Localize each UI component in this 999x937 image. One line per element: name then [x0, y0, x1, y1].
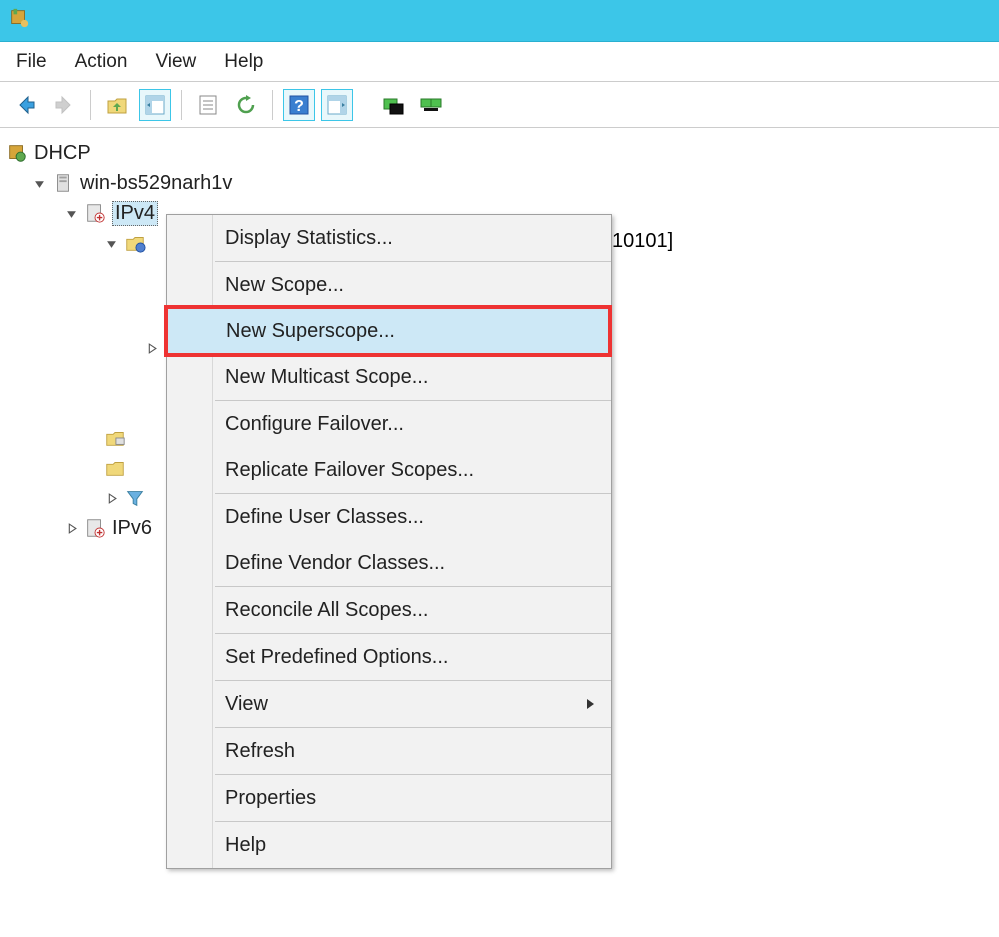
- scope-folder-icon: [124, 232, 146, 254]
- expander-open-icon[interactable]: [104, 236, 118, 250]
- scope-name-fragment: 10101]: [612, 230, 673, 253]
- tree-ipv4-label: IPv4: [112, 201, 158, 226]
- cm-properties[interactable]: Properties: [167, 775, 611, 821]
- context-menu: Display Statistics... New Scope... New S…: [166, 214, 612, 869]
- tree-server-label: win-bs529narh1v: [80, 172, 232, 195]
- cm-help[interactable]: Help: [167, 822, 611, 868]
- menubar: File Action View Help: [0, 42, 999, 82]
- cm-refresh[interactable]: Refresh: [167, 728, 611, 774]
- dhcp-icon: [6, 142, 28, 164]
- help-button[interactable]: ?: [283, 89, 315, 121]
- properties-button[interactable]: [192, 89, 224, 121]
- menu-file[interactable]: File: [16, 51, 47, 73]
- expander-closed-icon[interactable]: [144, 341, 158, 355]
- manage-authorized-servers-icon[interactable]: [377, 89, 409, 121]
- ipv4-icon: [84, 202, 106, 224]
- up-folder-button[interactable]: [101, 89, 133, 121]
- tree-server[interactable]: win-bs529narh1v: [6, 168, 993, 198]
- tree-ipv6-label: IPv6: [112, 517, 152, 540]
- toolbar: ?: [0, 82, 999, 128]
- tree-root-dhcp[interactable]: DHCP: [6, 138, 993, 168]
- cm-define-vendor-classes[interactable]: Define Vendor Classes...: [167, 540, 611, 586]
- app-icon: [8, 7, 30, 34]
- expander-closed-icon[interactable]: [104, 491, 118, 505]
- cm-set-predefined-options[interactable]: Set Predefined Options...: [167, 634, 611, 680]
- forward-button: [48, 89, 80, 121]
- cm-view-submenu[interactable]: View: [167, 681, 611, 727]
- menu-help[interactable]: Help: [224, 51, 263, 73]
- menu-action[interactable]: Action: [75, 51, 128, 73]
- titlebar: [0, 0, 999, 42]
- cm-new-superscope[interactable]: New Superscope...: [167, 308, 611, 354]
- refresh-button[interactable]: [230, 89, 262, 121]
- cm-new-scope[interactable]: New Scope...: [167, 262, 611, 308]
- svg-text:?: ?: [294, 98, 304, 115]
- show-hide-action-pane-button[interactable]: [321, 89, 353, 121]
- submenu-arrow-icon: [585, 693, 595, 716]
- show-hide-tree-button[interactable]: [139, 89, 171, 121]
- tree-root-label: DHCP: [34, 142, 91, 165]
- expander-open-icon[interactable]: [32, 176, 46, 190]
- cm-new-multicast-scope[interactable]: New Multicast Scope...: [167, 354, 611, 400]
- policies-folder-icon: [104, 457, 126, 479]
- add-server-icon[interactable]: [415, 89, 447, 121]
- cm-define-user-classes[interactable]: Define User Classes...: [167, 494, 611, 540]
- cm-reconcile-all-scopes[interactable]: Reconcile All Scopes...: [167, 587, 611, 633]
- cm-replicate-failover[interactable]: Replicate Failover Scopes...: [167, 447, 611, 493]
- expander-closed-icon[interactable]: [64, 521, 78, 535]
- cm-display-statistics[interactable]: Display Statistics...: [167, 215, 611, 261]
- client-area: DHCP win-bs529narh1v IPv4: [0, 128, 999, 937]
- menu-view[interactable]: View: [155, 51, 196, 73]
- filter-icon: [124, 487, 146, 509]
- server-icon: [52, 172, 74, 194]
- ipv6-icon: [84, 517, 106, 539]
- expander-open-icon[interactable]: [64, 206, 78, 220]
- back-button[interactable]: [10, 89, 42, 121]
- server-options-icon: [104, 427, 126, 449]
- cm-configure-failover[interactable]: Configure Failover...: [167, 401, 611, 447]
